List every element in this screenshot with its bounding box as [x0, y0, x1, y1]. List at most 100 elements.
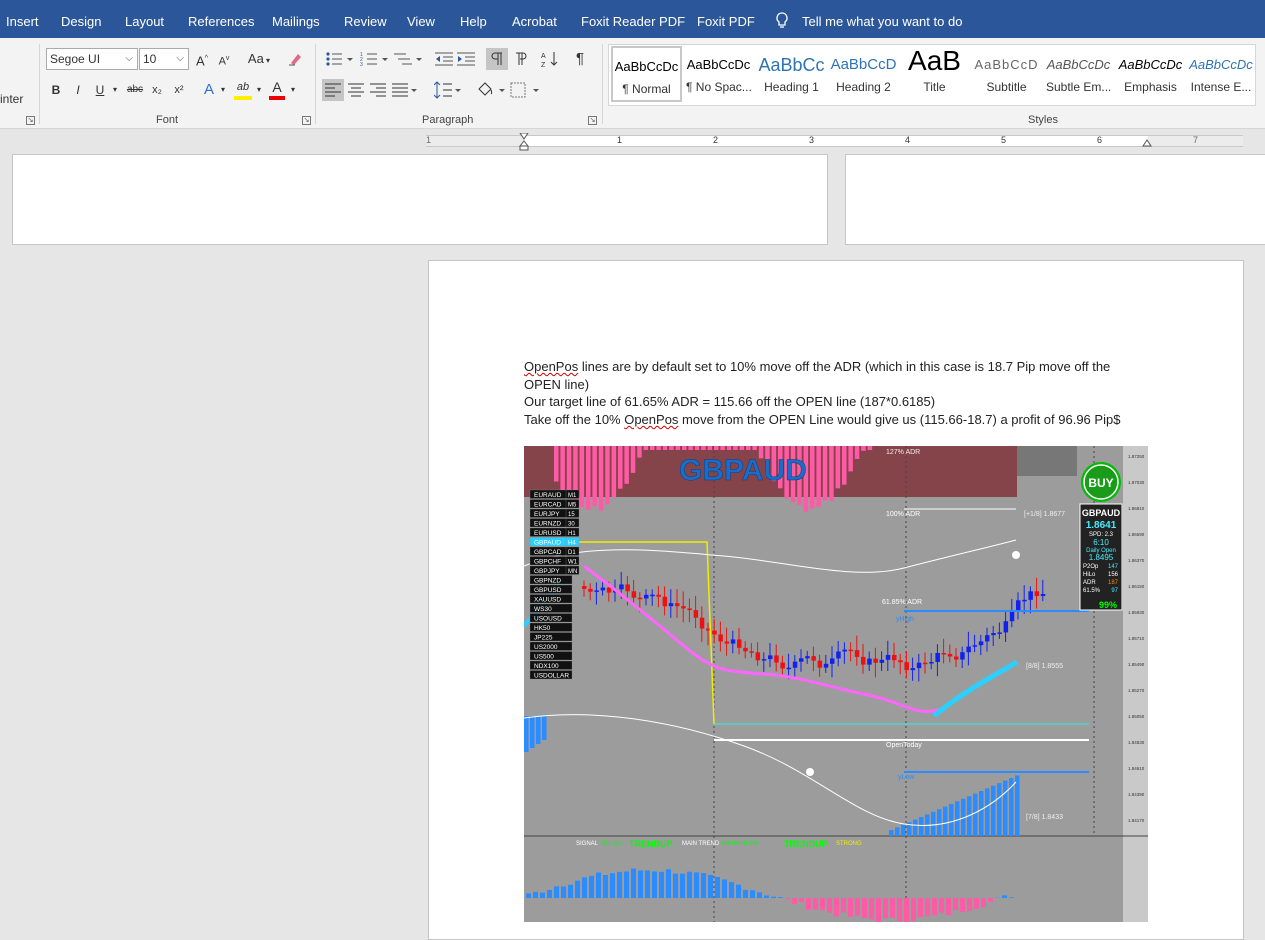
tab-help[interactable]: Help: [460, 0, 487, 38]
clipboard-launcher-icon[interactable]: ↘: [26, 116, 35, 125]
hist-bar: [997, 783, 1002, 836]
shrink-font-button[interactable]: Av: [216, 48, 232, 70]
hist-bar: [913, 820, 918, 836]
numbering-icon[interactable]: 123: [360, 51, 388, 67]
style-no-spacing[interactable]: AaBbCcDc¶ No Spac...: [683, 46, 754, 102]
horizontal-ruler[interactable]: 1 1 2 3 4 5 6 7: [426, 135, 1243, 147]
chevron-down-icon: ⌵: [176, 49, 184, 69]
timeframe-label: MN: [568, 569, 577, 575]
sort-icon[interactable]: AZ: [541, 50, 559, 68]
style-subtle-emphasis[interactable]: AaBbCcDcSubtle Em...: [1043, 46, 1114, 102]
justify-icon[interactable]: [392, 83, 418, 97]
candle-body: [687, 608, 692, 610]
style-heading-2[interactable]: AaBbCcDHeading 2: [828, 46, 899, 102]
line-spacing-icon[interactable]: [434, 81, 462, 99]
style-title[interactable]: AaBTitle: [899, 46, 970, 102]
sub-bar: [834, 898, 839, 916]
chevron-down-icon[interactable]: ▾: [288, 79, 298, 101]
timeframe-label: M5: [568, 503, 577, 509]
candle-body: [942, 653, 947, 655]
style-name: Heading 2: [828, 80, 899, 94]
subscript-button[interactable]: x₂: [149, 79, 165, 101]
tab-insert[interactable]: Insert: [6, 0, 39, 38]
highlight-button[interactable]: ab: [234, 76, 252, 100]
align-center-icon[interactable]: [348, 83, 364, 97]
style-subtitle[interactable]: AaBbCcDSubtitle: [971, 46, 1042, 102]
change-case-button[interactable]: Aa ▾: [245, 48, 273, 70]
paragraph-launcher-icon[interactable]: ↘: [588, 116, 597, 125]
chart-screenshot-image[interactable]: GBPAUD 127% ADR 100% ADR 61.85% ADR [+1/…: [524, 446, 1148, 922]
hist-bar: [943, 807, 948, 836]
document-body[interactable]: OpenPos lines are by default set to 10% …: [524, 358, 1134, 428]
sub-bar: [883, 898, 888, 918]
grow-font-button[interactable]: A^: [194, 48, 210, 70]
align-left-button[interactable]: [322, 79, 344, 101]
bold-button[interactable]: B: [49, 79, 63, 101]
font-family-select[interactable]: Segoe UI⌵: [46, 48, 138, 70]
symbol-name: USDOLLAR: [534, 673, 569, 680]
style-heading-1[interactable]: AaBbCcHeading 1: [756, 46, 827, 102]
label-100-adr: 100% ADR: [886, 511, 920, 518]
clear-formatting-icon[interactable]: [287, 51, 303, 67]
increase-indent-icon[interactable]: [457, 51, 475, 67]
candle-body: [638, 598, 643, 600]
page-previous-right: [845, 154, 1265, 245]
sub-bar: [666, 869, 671, 898]
style-normal[interactable]: AaBbCcDc¶ Normal: [611, 46, 682, 102]
bullets-icon[interactable]: [325, 51, 353, 67]
hist-bar: [868, 446, 873, 450]
price-axis-label: 1.86370: [1128, 558, 1145, 563]
tell-me-search[interactable]: Tell me what you want to do: [802, 0, 962, 38]
decrease-indent-icon[interactable]: [435, 51, 453, 67]
tab-mailings[interactable]: Mailings: [272, 0, 320, 38]
align-right-icon[interactable]: [370, 83, 386, 97]
sub-bar: [722, 879, 727, 898]
candle-body: [1041, 594, 1046, 596]
sub-bar: [596, 873, 601, 898]
candle-body: [904, 662, 909, 670]
tab-design[interactable]: Design: [61, 0, 101, 38]
style-intense-emphasis[interactable]: AaBbCcDcIntense E...: [1187, 46, 1255, 102]
hist-bar: [733, 446, 738, 450]
hist-bar: [688, 446, 693, 450]
tab-review[interactable]: Review: [344, 0, 387, 38]
chevron-down-icon[interactable]: ▾: [110, 79, 120, 101]
borders-icon[interactable]: [510, 81, 540, 99]
tab-foxit-reader-pdf[interactable]: Foxit Reader PDF: [581, 0, 685, 38]
style-name: ¶ No Spac...: [683, 80, 754, 94]
tab-foxit-pdf[interactable]: Foxit PDF: [697, 0, 755, 38]
symbol-name: EURUSD: [534, 530, 562, 537]
multilevel-list-icon[interactable]: [394, 51, 422, 67]
chevron-down-icon[interactable]: ▾: [218, 79, 228, 101]
style-name: Subtitle: [971, 80, 1042, 94]
ruler-number: 6: [1097, 135, 1102, 145]
shading-icon[interactable]: [476, 81, 506, 99]
italic-button[interactable]: I: [71, 79, 85, 101]
chevron-down-icon[interactable]: ▾: [254, 79, 264, 101]
hist-bar: [542, 716, 547, 740]
underline-button[interactable]: U: [93, 79, 107, 101]
candle-body: [694, 610, 699, 618]
style-emphasis[interactable]: AaBbCcDcEmphasis: [1115, 46, 1186, 102]
right-indent-marker[interactable]: [1142, 137, 1152, 147]
price-axis-label: 1.86810: [1128, 506, 1145, 511]
hist-bar: [560, 446, 565, 491]
sub-bar: [750, 890, 755, 898]
symbol-name: GBPUSD: [534, 587, 562, 594]
rtl-paragraph-icon[interactable]: [512, 52, 528, 66]
text-run: lines are by default set to 10% move off…: [524, 359, 1110, 392]
ltr-button[interactable]: [486, 48, 508, 70]
text-effects-button[interactable]: A: [201, 79, 217, 101]
font-color-button[interactable]: A: [269, 76, 285, 100]
first-line-indent-marker[interactable]: [519, 133, 529, 151]
tab-references[interactable]: References: [188, 0, 254, 38]
strikethrough-button[interactable]: abc: [125, 79, 145, 101]
font-launcher-icon[interactable]: ↘: [302, 116, 311, 125]
tab-acrobat[interactable]: Acrobat: [512, 0, 557, 38]
tab-view[interactable]: View: [407, 0, 435, 38]
show-formatting-marks-button[interactable]: ¶: [572, 48, 588, 70]
font-size-select[interactable]: 10⌵: [139, 48, 189, 70]
painter-label[interactable]: inter: [0, 92, 23, 106]
superscript-button[interactable]: x²: [171, 79, 187, 101]
tab-layout[interactable]: Layout: [125, 0, 164, 38]
